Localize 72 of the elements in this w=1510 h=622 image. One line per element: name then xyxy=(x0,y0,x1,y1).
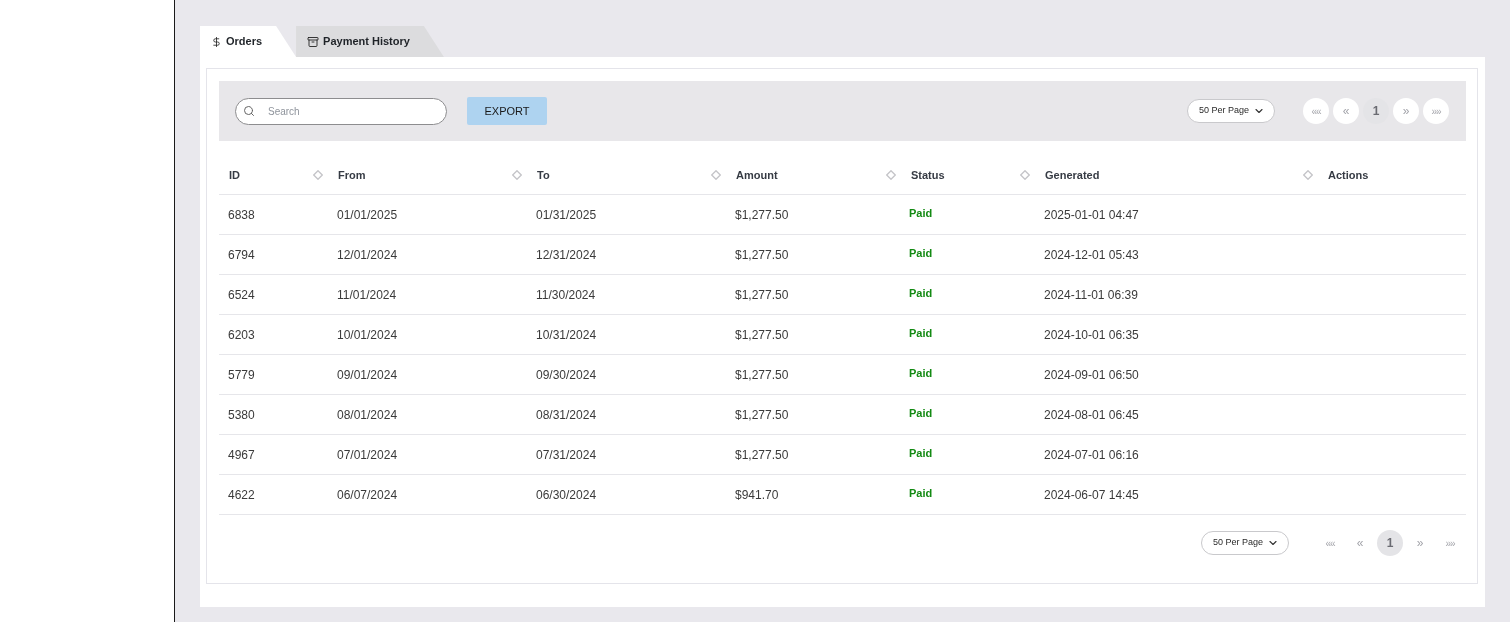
search-icon xyxy=(243,104,255,117)
table-cell: 01/01/2025 xyxy=(337,207,398,222)
column-header: Actions xyxy=(1328,167,1369,183)
table-cell: 6203 xyxy=(228,327,255,342)
table-cell: 5779 xyxy=(228,367,255,382)
status-label: Paid xyxy=(909,287,933,299)
per-page-dropdown[interactable]: 50 Per Page xyxy=(1187,99,1275,123)
table-cell: 09/30/2024 xyxy=(536,367,597,382)
table-cell: $941.70 xyxy=(735,487,779,502)
table-cell: 2024-09-01 06:50 xyxy=(1044,367,1139,382)
status-label: Paid xyxy=(909,367,933,379)
status-label: Paid xyxy=(909,487,933,499)
table-cell: $1,277.50 xyxy=(735,367,789,382)
column-header: ID xyxy=(229,167,240,183)
table-cell: 07/31/2024 xyxy=(536,447,597,462)
table-cell: 2024-08-01 06:45 xyxy=(1044,407,1139,422)
table-cell: 2025-01-01 04:47 xyxy=(1044,207,1139,222)
table-cell: $1,277.50 xyxy=(735,407,789,422)
table-cell: $1,277.50 xyxy=(735,247,789,262)
status-label: Paid xyxy=(909,247,933,259)
column-header: Status xyxy=(911,167,945,183)
tab[interactable]: Payment History xyxy=(296,26,444,57)
status-label: Paid xyxy=(909,447,933,459)
table-cell: 4622 xyxy=(228,487,255,502)
table-cell: 01/31/2025 xyxy=(536,207,597,222)
table-cell: $1,277.50 xyxy=(735,287,789,302)
table-cell: 2024-06-07 14:45 xyxy=(1044,487,1139,502)
status-label: Paid xyxy=(909,207,933,219)
sort-icon[interactable] xyxy=(886,170,896,180)
page-number-button[interactable]: 1 xyxy=(1363,98,1389,124)
column-header: From xyxy=(338,167,366,183)
status-label: Paid xyxy=(909,327,933,339)
table-cell: 10/01/2024 xyxy=(337,327,398,342)
table-cell: 2024-10-01 06:35 xyxy=(1044,327,1139,342)
table-cell: 5380 xyxy=(228,407,255,422)
table-cell: 11/01/2024 xyxy=(337,287,397,302)
search-field[interactable]: Search xyxy=(235,97,447,125)
table-cell: 12/31/2024 xyxy=(536,247,597,262)
archive-icon xyxy=(307,35,320,48)
table-cell: $1,277.50 xyxy=(735,447,789,462)
table-cell: 10/31/2024 xyxy=(536,327,597,342)
table-cell: 07/01/2024 xyxy=(337,447,398,462)
page-number-button[interactable]: 1 xyxy=(1377,530,1403,556)
table-cell: 08/31/2024 xyxy=(536,407,597,422)
column-header: To xyxy=(537,167,550,183)
sort-icon[interactable] xyxy=(711,170,721,180)
table-cell: 09/01/2024 xyxy=(337,367,398,382)
table-cell: 08/01/2024 xyxy=(337,407,398,422)
sort-icon[interactable] xyxy=(313,170,323,180)
table-cell: 2024-11-01 06:39 xyxy=(1044,287,1138,302)
column-header: Generated xyxy=(1045,167,1100,183)
sort-icon[interactable] xyxy=(1303,170,1313,180)
sort-icon[interactable] xyxy=(512,170,522,180)
status-label: Paid xyxy=(909,407,933,419)
table-cell: 4967 xyxy=(228,447,255,462)
tab[interactable]: Orders xyxy=(200,26,297,57)
table-cell: 2024-07-01 06:16 xyxy=(1044,447,1139,462)
table-cell: 6838 xyxy=(228,207,255,222)
table-cell: 11/30/2024 xyxy=(536,287,596,302)
table-cell: 6524 xyxy=(228,287,255,302)
table-cell: 6794 xyxy=(228,247,255,262)
dollar-icon xyxy=(211,35,222,48)
table-cell: $1,277.50 xyxy=(735,327,789,342)
export-button[interactable]: EXPORT xyxy=(467,97,547,125)
table-cell: 12/01/2024 xyxy=(337,247,398,262)
column-header: Amount xyxy=(736,167,778,183)
table-cell: 06/30/2024 xyxy=(536,487,597,502)
table-cell: $1,277.50 xyxy=(735,207,789,222)
per-page-dropdown[interactable]: 50 Per Page xyxy=(1201,531,1289,555)
table-cell: 2024-12-01 05:43 xyxy=(1044,247,1139,262)
table-cell: 06/07/2024 xyxy=(337,487,398,502)
sort-icon[interactable] xyxy=(1020,170,1030,180)
